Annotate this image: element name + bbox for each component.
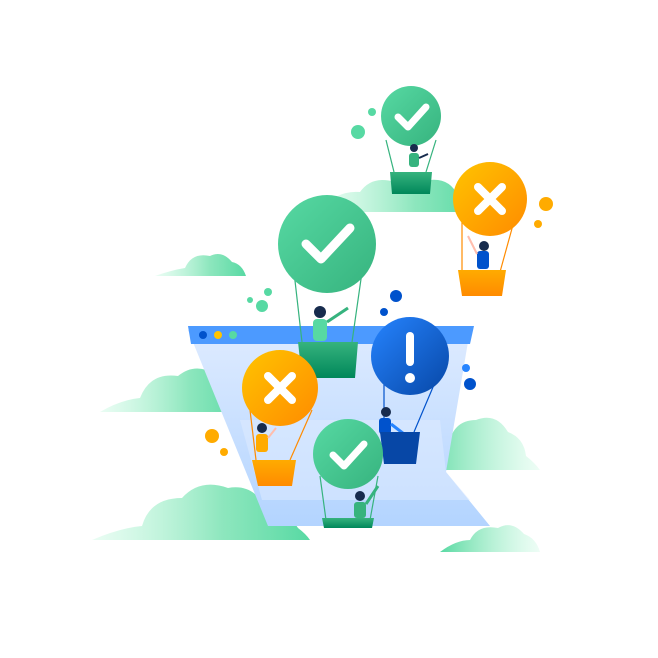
person-icon xyxy=(467,235,489,269)
balloon-error-top xyxy=(453,162,527,296)
exclamation-icon xyxy=(405,332,415,383)
window-dot-blue xyxy=(199,331,207,339)
cloud-left-small xyxy=(155,254,246,276)
cloud-bottom-right xyxy=(440,525,540,552)
person-icon xyxy=(409,144,429,167)
balloon-success-top xyxy=(381,86,441,194)
illustration-canvas xyxy=(0,0,658,658)
window-dot-yellow xyxy=(214,331,222,339)
hot-air-balloons-illustration xyxy=(92,86,553,552)
window-dot-green xyxy=(229,331,237,339)
